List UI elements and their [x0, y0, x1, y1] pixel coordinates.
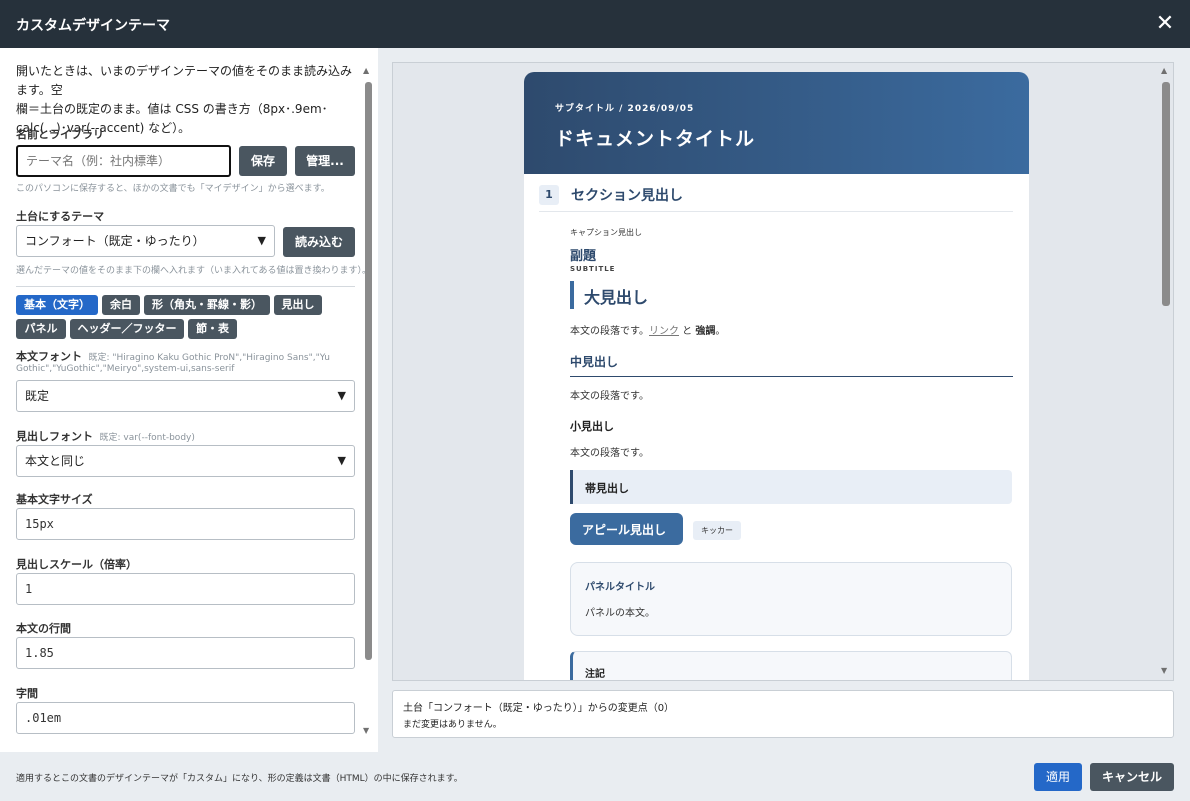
- scroll-down-icon[interactable]: ▼: [363, 726, 369, 735]
- small-heading: 小見出し: [570, 420, 614, 433]
- base-size-input[interactable]: 15px: [16, 508, 355, 540]
- mid-heading-rule: [570, 376, 1013, 377]
- section-number: 1: [539, 185, 559, 205]
- changes-empty: まだ変更はありません。: [403, 720, 502, 730]
- preview-scrollbar[interactable]: ▲ ▼: [1161, 64, 1173, 678]
- kicker-badge: キッカー: [693, 521, 741, 540]
- sub-heading-en: SUBTITLE: [570, 265, 616, 273]
- tab-header-footer[interactable]: ヘッダー／フッター: [70, 319, 184, 339]
- dialog-title: カスタムデザインテーマ: [16, 18, 170, 34]
- body-font-value: 既定: [25, 389, 50, 403]
- panel-body: パネルの本文。: [585, 608, 655, 619]
- caption-heading: キャプション見出し: [570, 228, 642, 237]
- theme-name-input[interactable]: [16, 145, 231, 177]
- tab-panel[interactable]: パネル: [16, 319, 66, 339]
- band-heading: 帯見出し: [585, 482, 629, 495]
- para-text: 。: [715, 326, 726, 337]
- document-header: サブタイトル / 2026/09/05 ドキュメントタイトル: [524, 72, 1029, 174]
- base-theme-select[interactable]: コンフォート（既定・ゆったり） ▼: [16, 225, 275, 257]
- load-button[interactable]: 読み込む: [283, 227, 355, 257]
- tab-basic[interactable]: 基本（文字）: [16, 295, 98, 315]
- heading-font-select[interactable]: 本文と同じ ▼: [16, 445, 355, 477]
- body-font-label: 本文フォント: [16, 350, 82, 363]
- letter-spacing-label: 字間: [16, 687, 38, 700]
- changes-box: 土台「コンフォート（既定・ゆったり）」からの変更点（0） まだ変更はありません。: [392, 690, 1174, 738]
- para-text: と: [679, 326, 696, 337]
- note-box: 注記: [570, 651, 1012, 680]
- base-hint: 選んだテーマの値をそのまま下の欄へ入れます（いま入れてある値は置き換わります）。: [16, 266, 371, 276]
- section-rule: [539, 211, 1013, 212]
- heading-font-value: 本文と同じ: [25, 454, 86, 468]
- intro-line: 開いたときは、いまのデザインテーマの値をそのまま読み込みます。空: [16, 64, 353, 97]
- save-button[interactable]: 保存: [239, 146, 287, 176]
- tab-headings[interactable]: 見出し: [274, 295, 322, 315]
- body-font-label-row: 本文フォント 既定: "Hiragino Kaku Gothic ProN","…: [16, 348, 330, 364]
- heading-font-label: 見出しフォント: [16, 430, 93, 443]
- heading-scale-input[interactable]: 1: [16, 573, 355, 605]
- body-font-select[interactable]: 既定 ▼: [16, 380, 355, 412]
- line-height-label: 本文の行間: [16, 622, 71, 635]
- tab-spacing[interactable]: 余白: [102, 295, 140, 315]
- para-text: 本文の段落です。: [570, 326, 649, 337]
- appeal-heading: アピール見出し: [582, 523, 667, 537]
- dialog-titlebar: カスタムデザインテーマ ✕: [0, 0, 1190, 48]
- document-subtitle: サブタイトル / 2026/09/05: [555, 104, 695, 114]
- paragraph: 本文の段落です。: [570, 448, 649, 459]
- section-heading: セクション見出し: [571, 188, 683, 204]
- name-section-label: 名前とライブラリ: [16, 128, 104, 141]
- close-icon[interactable]: ✕: [1152, 10, 1178, 38]
- apply-button[interactable]: 適用: [1034, 763, 1082, 791]
- band-heading-box: 帯見出し: [570, 470, 1012, 504]
- panel-box: パネルタイトル パネルの本文。: [570, 562, 1012, 636]
- settings-scrollbar[interactable]: ▲ ▼: [363, 62, 373, 742]
- scroll-down-icon[interactable]: ▼: [1161, 666, 1167, 675]
- letter-spacing-input[interactable]: .01em: [16, 702, 355, 734]
- mid-heading: 中見出し: [570, 355, 619, 369]
- preview-document: サブタイトル / 2026/09/05 ドキュメントタイトル 1 セクション見出…: [524, 72, 1029, 680]
- scrollbar-thumb[interactable]: [1162, 82, 1170, 306]
- scrollbar-thumb[interactable]: [365, 82, 372, 660]
- tab-section-table[interactable]: 節・表: [188, 319, 237, 339]
- large-heading-bar: [570, 281, 574, 309]
- chevron-down-icon: ▼: [337, 454, 346, 467]
- divider: [16, 286, 355, 287]
- panel-title: パネルタイトル: [585, 582, 655, 593]
- heading-font-label-row: 見出しフォント 既定: var(--font-body): [16, 428, 195, 444]
- emphasis-text: 強調: [695, 326, 716, 337]
- paragraph-with-link: 本文の段落です。リンク と 強調。: [570, 322, 725, 337]
- preview-frame: サブタイトル / 2026/09/05 ドキュメントタイトル 1 セクション見出…: [392, 62, 1174, 681]
- changes-summary: 土台「コンフォート（既定・ゆったり）」からの変更点（0）: [403, 703, 675, 714]
- document-title: ドキュメントタイトル: [555, 128, 756, 150]
- footer-note: 適用するとこの文書のデザインテーマが「カスタム」になり、形の定義は文書（HTML…: [16, 774, 463, 784]
- chevron-down-icon: ▼: [257, 234, 266, 247]
- manage-button[interactable]: 管理...: [295, 146, 355, 176]
- base-theme-value: コンフォート（既定・ゆったり）: [25, 234, 205, 248]
- heading-font-default: 既定: var(--font-body): [99, 433, 195, 443]
- appeal-heading-box: アピール見出し: [570, 513, 683, 545]
- heading-scale-label: 見出しスケール（倍率）: [16, 558, 137, 571]
- large-heading: 大見出し: [584, 288, 649, 307]
- tab-shape[interactable]: 形（角丸・罫線・影）: [144, 295, 270, 315]
- paragraph: 本文の段落です。: [570, 391, 649, 402]
- chevron-down-icon: ▼: [337, 389, 346, 402]
- body-font-default: 既定: "Hiragino Kaku Gothic ProN","Hiragin…: [88, 353, 330, 363]
- body-font-default-2: Gothic","YuGothic","Meiryo",system-ui,sa…: [16, 364, 235, 374]
- scroll-up-icon[interactable]: ▲: [363, 66, 369, 75]
- scroll-up-icon[interactable]: ▲: [1161, 66, 1167, 75]
- base-size-label: 基本文字サイズ: [16, 493, 93, 506]
- intro-line: 欄＝土台の既定のまま。値は CSS の書き方（8px･.9em･: [16, 102, 328, 116]
- preview-link[interactable]: リンク: [649, 326, 679, 337]
- settings-panel: 開いたときは、いまのデザインテーマの値をそのまま読み込みます。空 欄＝土台の既定…: [0, 48, 378, 752]
- cancel-button[interactable]: キャンセル: [1090, 763, 1174, 791]
- sub-heading: 副題: [570, 249, 597, 264]
- name-hint: このパソコンに保存すると、ほかの文書でも「マイデザイン」から選べます。: [16, 184, 330, 194]
- line-height-input[interactable]: 1.85: [16, 637, 355, 669]
- base-section-label: 土台にするテーマ: [16, 210, 105, 223]
- dialog-footer: 適用するとこの文書のデザインテーマが「カスタム」になり、形の定義は文書（HTML…: [0, 752, 1190, 801]
- note-title: 注記: [585, 669, 605, 680]
